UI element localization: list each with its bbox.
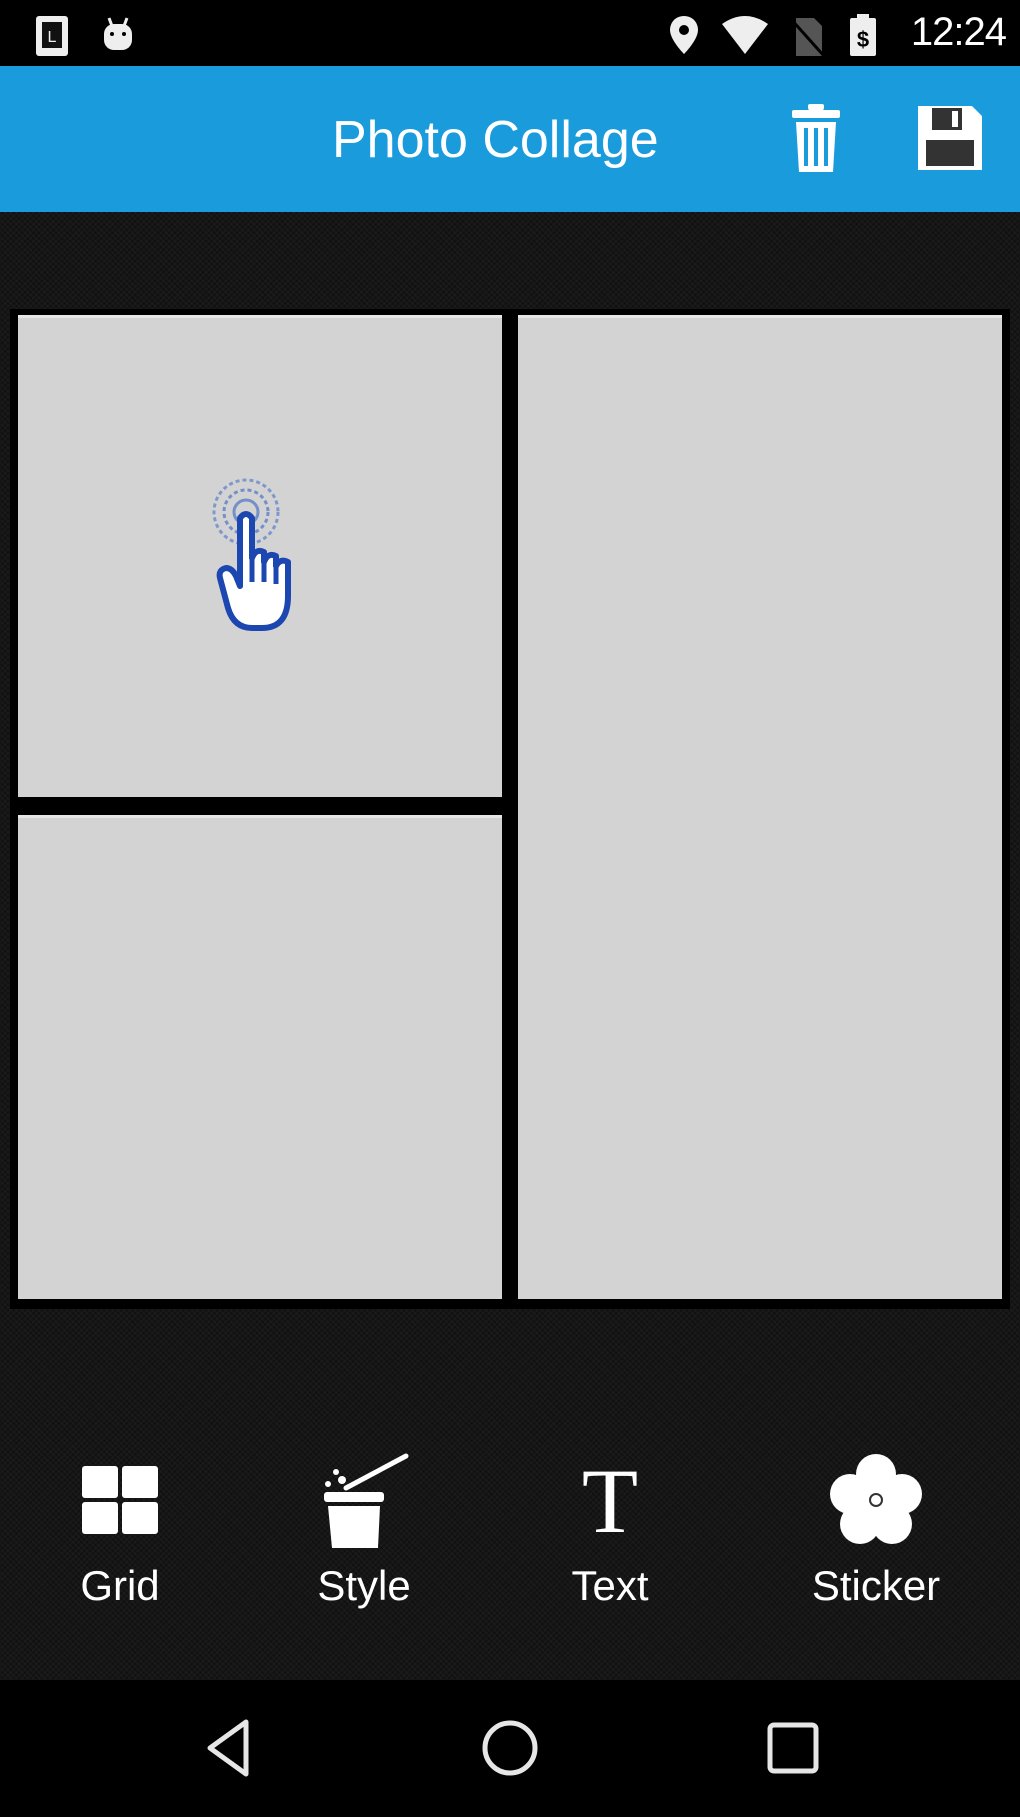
location-icon xyxy=(670,16,698,54)
status-bar: L $ 12:24 xyxy=(0,0,1020,66)
delete-button[interactable] xyxy=(774,96,858,180)
collage-cell-top-left[interactable] xyxy=(18,315,502,797)
sticker-button[interactable]: Sticker xyxy=(776,1422,976,1652)
svg-text:T: T xyxy=(582,1460,638,1540)
text-button[interactable]: T Text xyxy=(510,1422,710,1652)
svg-text:$: $ xyxy=(857,27,869,52)
clock: 12:24 xyxy=(910,10,1007,54)
collage-workspace: Grid Style T Text Sticker xyxy=(0,212,1020,1680)
style-button[interactable]: Style xyxy=(264,1422,464,1652)
text-label: Text xyxy=(571,1562,649,1609)
trash-icon xyxy=(792,104,840,172)
svg-text:L: L xyxy=(48,29,57,46)
style-label: Style xyxy=(317,1562,411,1609)
flower-icon xyxy=(830,1454,922,1544)
text-icon: T xyxy=(582,1460,638,1540)
magic-wand-icon xyxy=(324,1453,409,1548)
collage-cell-right[interactable] xyxy=(518,315,1002,1299)
grid-button[interactable]: Grid xyxy=(20,1422,220,1652)
wifi-icon xyxy=(722,16,768,54)
home-icon xyxy=(482,1720,538,1776)
collage-frame xyxy=(10,309,1010,1309)
back-icon xyxy=(207,1719,249,1777)
tap-hand-icon xyxy=(212,478,291,631)
no-sim-icon xyxy=(788,16,826,58)
battery-icon: $ xyxy=(850,14,876,56)
floppy-disk-icon xyxy=(918,106,982,170)
recents-button[interactable] xyxy=(748,1708,838,1788)
launcher-notification-icon: L xyxy=(36,16,68,56)
editor-toolbar: Grid Style T Text Sticker xyxy=(0,1422,1020,1652)
recents-icon xyxy=(767,1722,819,1774)
grid-icon xyxy=(82,1466,158,1534)
app-title: Photo Collage xyxy=(332,111,659,169)
back-button[interactable] xyxy=(184,1708,274,1788)
save-button[interactable] xyxy=(908,96,992,180)
navigation-bar xyxy=(0,1680,1020,1817)
sticker-label: Sticker xyxy=(811,1562,941,1609)
collage-cell-bottom-left[interactable] xyxy=(18,815,502,1299)
android-icon xyxy=(104,17,132,50)
grid-label: Grid xyxy=(80,1562,160,1609)
app-bar: Photo Collage xyxy=(0,66,1020,212)
home-button[interactable] xyxy=(465,1708,555,1788)
